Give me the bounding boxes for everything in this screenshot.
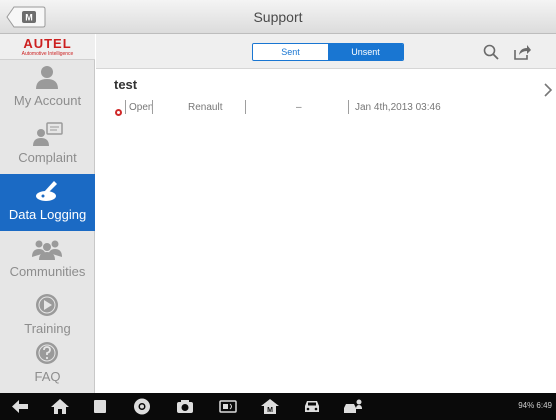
sidebar-item-label: Data Logging — [8, 207, 87, 222]
autel-logo: AUTEL Automotive Intelligence — [0, 34, 95, 60]
title-bar: M Support — [0, 0, 556, 34]
sent-unsent-toggle: Sent Unsent — [252, 43, 404, 61]
chevron-right-icon — [542, 83, 554, 97]
list-item[interactable]: test Open Renault – Jan 4th,2013 03:46 — [96, 69, 556, 121]
vci-icon[interactable] — [218, 397, 238, 416]
log-detail: – — [296, 102, 302, 113]
divider — [125, 100, 126, 114]
page-title: Support — [253, 9, 303, 25]
recent-apps-icon[interactable] — [90, 397, 110, 416]
logo-brand: AUTEL — [23, 36, 72, 51]
sidebar-item-data-logging[interactable]: Data Logging — [0, 174, 95, 231]
camera-icon[interactable] — [175, 397, 195, 416]
log-title: test — [114, 77, 138, 92]
sidebar: AUTEL Automotive Intelligence My Account… — [0, 34, 95, 393]
log-make: Renault — [188, 102, 223, 113]
logo-tagline: Automotive Intelligence — [21, 51, 74, 57]
status-bar-text: 94% 6:49 — [518, 401, 552, 410]
car-person-icon[interactable] — [343, 397, 363, 416]
log-status: Open — [129, 102, 154, 113]
data-logging-icon — [30, 178, 64, 204]
sidebar-item-label: Complaint — [18, 150, 77, 165]
divider — [348, 100, 349, 114]
sidebar-item-communities[interactable]: Communities — [0, 231, 95, 288]
divider — [152, 100, 153, 114]
sidebar-item-label: FAQ — [34, 369, 61, 384]
home-icon[interactable] — [50, 397, 70, 416]
svg-text:M: M — [267, 407, 273, 414]
sidebar-item-complaint[interactable]: Complaint — [0, 117, 95, 174]
search-icon[interactable] — [482, 43, 500, 61]
log-date: Jan 4th,2013 03:46 — [355, 102, 441, 113]
browser-icon[interactable] — [132, 397, 152, 416]
back-icon[interactable] — [10, 397, 30, 416]
complaint-icon — [30, 121, 64, 147]
system-navbar: M 94% 6:49 — [0, 393, 556, 420]
share-icon[interactable] — [513, 43, 531, 61]
question-icon — [30, 340, 64, 366]
sidebar-item-label: Communities — [9, 264, 86, 279]
divider — [245, 100, 246, 114]
status-indicator-icon — [114, 104, 123, 116]
car-icon[interactable] — [302, 397, 322, 416]
sidebar-item-label: Training — [24, 321, 71, 336]
tab-sent[interactable]: Sent — [253, 44, 328, 60]
communities-icon — [30, 235, 64, 261]
toolbar: Sent Unsent — [96, 34, 556, 69]
autel-home-icon[interactable]: M — [260, 397, 280, 416]
play-icon — [30, 292, 64, 318]
tab-unsent[interactable]: Unsent — [328, 44, 403, 60]
person-icon — [30, 64, 64, 90]
sidebar-item-my-account[interactable]: My Account — [0, 60, 95, 117]
sidebar-item-faq[interactable]: FAQ — [0, 336, 95, 393]
sidebar-item-label: My Account — [13, 93, 82, 108]
